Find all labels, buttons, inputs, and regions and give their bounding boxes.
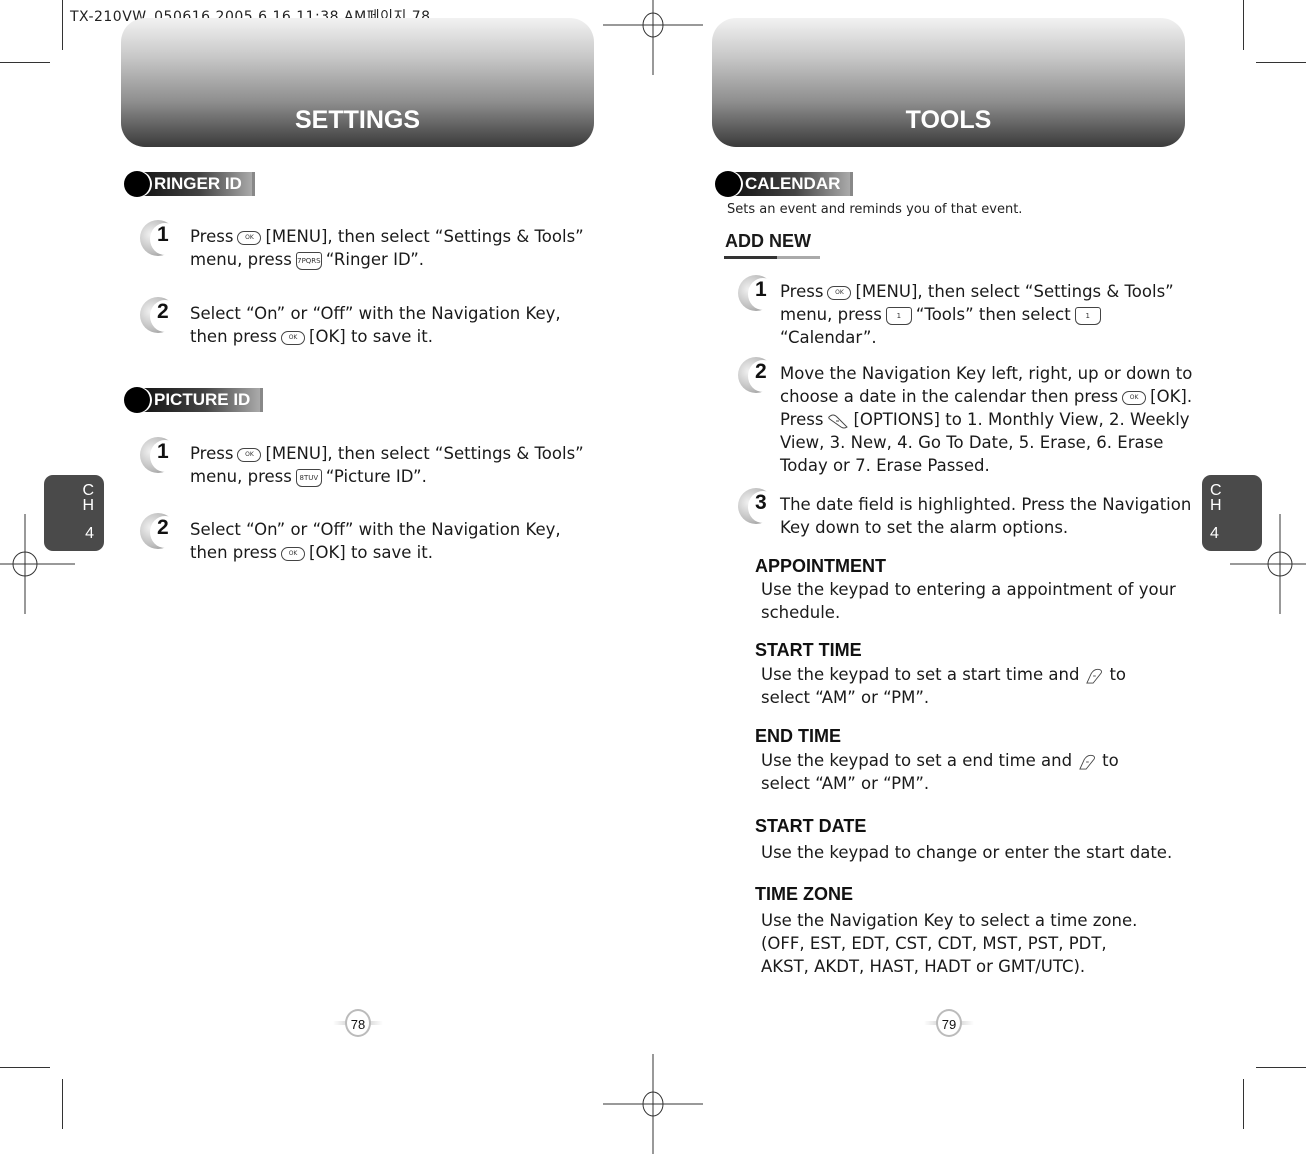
step-number: 3 xyxy=(738,488,778,528)
bullet-icon xyxy=(715,171,741,197)
step-number: 1 xyxy=(140,437,180,477)
option-title: APPOINTMENT xyxy=(755,556,887,576)
key-1-icon: 1 xyxy=(885,306,912,325)
chapter-tab: C H 4 xyxy=(44,475,104,551)
key-1-icon: 1 xyxy=(1074,306,1101,325)
option-text: Use the Navigation Key to select a time … xyxy=(761,911,1138,976)
crop-mark xyxy=(1256,1067,1306,1068)
ok-key-icon: OK xyxy=(237,230,262,245)
registration-mark-icon xyxy=(603,0,703,75)
crop-mark xyxy=(1243,0,1244,50)
ok-key-icon: OK xyxy=(237,447,262,462)
page-title: SETTINGS xyxy=(294,106,420,134)
option-text: Use the keypad to set a end time and to s… xyxy=(761,751,1119,793)
section-tag-label: PICTURE ID xyxy=(138,388,264,412)
crop-mark xyxy=(1256,62,1306,63)
settings-header-band: SETTINGS xyxy=(121,18,594,147)
crop-mark xyxy=(0,1067,50,1068)
bullet-icon xyxy=(124,387,150,413)
right-softkey-icon xyxy=(1086,668,1103,684)
bullet-icon xyxy=(124,171,150,197)
section-tag-label: CALENDAR xyxy=(729,172,854,196)
option-text: Use the keypad to set a start time and to… xyxy=(761,665,1127,707)
option-text: Use the keypad to entering a appointment… xyxy=(761,580,1176,622)
ok-key-icon: OK xyxy=(1122,390,1147,405)
step-text: Select “On” or “Off” with the Navigation… xyxy=(190,520,561,562)
crop-mark xyxy=(1243,1079,1244,1129)
option-title: START TIME xyxy=(755,640,862,660)
section-intro: Sets an event and reminds you of that ev… xyxy=(727,202,1023,217)
step-text: Press OK [MENU], then select “Settings & T… xyxy=(780,282,1174,347)
chapter-letters: C H xyxy=(82,482,94,514)
step-text: Move the Navigation Key left, right, up … xyxy=(780,364,1193,475)
right-softkey-icon xyxy=(1079,754,1096,770)
tools-header-band: TOOLS xyxy=(712,18,1185,147)
key-7-icon: 7PQRS xyxy=(295,251,322,270)
crop-mark xyxy=(62,1079,63,1129)
option-title: START DATE xyxy=(755,816,867,836)
step-text: The date field is highlighted. Press the… xyxy=(780,495,1192,537)
key-8-icon: 8TUV xyxy=(295,468,322,487)
ok-key-icon: OK xyxy=(827,285,852,300)
crop-mark xyxy=(62,0,63,50)
registration-mark-icon xyxy=(603,1054,703,1154)
step-number: 2 xyxy=(140,297,180,337)
step-text: Press OK [MENU], then select “Settings & T… xyxy=(190,444,584,487)
left-softkey-icon xyxy=(828,414,849,428)
page-number: 78 xyxy=(333,1009,383,1039)
step-number: 2 xyxy=(140,513,180,553)
page-title: TOOLS xyxy=(905,106,992,134)
subsection-underline xyxy=(724,256,820,259)
ok-key-icon: OK xyxy=(281,546,306,561)
step-number: 1 xyxy=(738,275,778,315)
step-number: 1 xyxy=(140,220,180,260)
step-text: Press OK [MENU], then select “Settings & T… xyxy=(190,227,584,270)
chapter-number: 4 xyxy=(85,525,94,542)
option-title: END TIME xyxy=(755,726,842,746)
option-title: TIME ZONE xyxy=(755,884,853,904)
step-number: 2 xyxy=(738,357,778,397)
step-text: Select “On” or “Off” with the Navigation… xyxy=(190,304,561,346)
section-tag-label: RINGER ID xyxy=(138,172,255,196)
subsection-title: ADD NEW xyxy=(725,231,811,251)
crop-mark xyxy=(0,62,50,63)
page-number: 79 xyxy=(924,1009,974,1039)
ok-key-icon: OK xyxy=(281,330,306,345)
option-text: Use the keypad to change or enter the st… xyxy=(761,843,1173,862)
